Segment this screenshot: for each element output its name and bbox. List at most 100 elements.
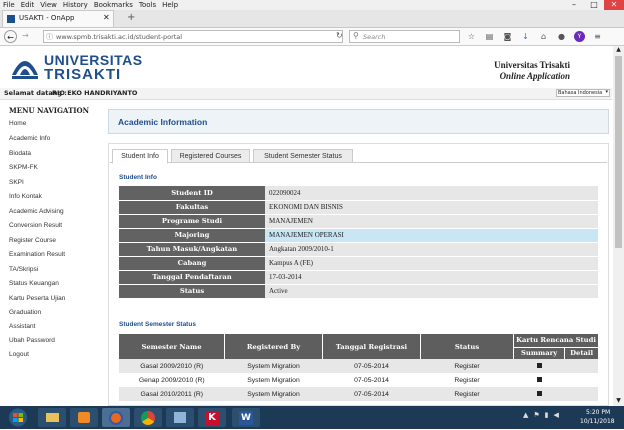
- taskbar-explorer[interactable]: [38, 408, 66, 427]
- forward-icon[interactable]: →: [22, 31, 29, 40]
- yahoo-icon[interactable]: Y: [574, 31, 585, 42]
- welcome-name: RIO EKO HANDRIYANTO: [52, 89, 138, 97]
- bookmark-star-icon[interactable]: ☆: [466, 31, 477, 42]
- sidebar-item-info-kontak[interactable]: Info Kontak: [9, 193, 42, 200]
- sidebar-item-examination-result[interactable]: Examination Result: [9, 251, 65, 258]
- menu-edit[interactable]: Edit: [21, 0, 35, 10]
- trisakti-logo-icon: [12, 61, 38, 79]
- tray-network-icon[interactable]: ▮: [545, 411, 549, 419]
- back-icon[interactable]: ←: [4, 30, 17, 43]
- pocket-icon[interactable]: ◙: [502, 31, 513, 42]
- info-icon[interactable]: ⓘ: [46, 32, 53, 42]
- info-value: Angkatan 2009/2010-1: [265, 242, 598, 257]
- page-scrollbar[interactable]: ▲ ▼: [613, 46, 624, 406]
- browser-tab[interactable]: USAKTI - OnApp ✕: [2, 10, 114, 27]
- search-placeholder: Search: [363, 33, 386, 41]
- clock-time[interactable]: 5:20 PM: [586, 409, 610, 416]
- sidebar-item-academic-info[interactable]: Academic Info: [9, 135, 50, 142]
- new-tab-icon[interactable]: +: [127, 12, 135, 23]
- reload-icon[interactable]: ↻: [336, 31, 343, 40]
- taskbar-chrome[interactable]: [134, 408, 162, 427]
- print-icon[interactable]: [536, 391, 542, 397]
- sidebar-item-register-course[interactable]: Register Course: [9, 237, 56, 244]
- sidebar-item-conversion-result[interactable]: Conversion Result: [9, 222, 62, 229]
- sidebar-item-logout[interactable]: Logout: [9, 351, 29, 358]
- tray-flag-icon[interactable]: ⚑: [533, 411, 539, 419]
- taskbar-app[interactable]: [166, 408, 194, 427]
- sidebar-item-skpm-fk[interactable]: SKPM-FK: [9, 164, 38, 171]
- url-text: www.spmb.trisakti.ac.id/student-portal: [56, 33, 183, 41]
- search-bar[interactable]: ⚲ Search: [349, 30, 460, 43]
- sidebar-item-ta-skripsi[interactable]: TA/Skripsi: [9, 266, 38, 273]
- tray-volume-icon[interactable]: ◀: [554, 411, 559, 419]
- menu-file[interactable]: File: [3, 0, 15, 10]
- download-icon[interactable]: ↓: [520, 31, 531, 42]
- menu-tools[interactable]: Tools: [139, 0, 156, 10]
- table-row: Genap 2009/2010 (R) System Migration 07-05…: [119, 373, 598, 387]
- info-row: Student ID 022090024: [119, 186, 598, 201]
- sidebar-item-ubah-password[interactable]: Ubah Password: [9, 337, 55, 344]
- taskbar-kaspersky[interactable]: K: [198, 408, 226, 427]
- app-icon: [174, 412, 186, 423]
- tab-student-semester-status[interactable]: Student Semester Status: [253, 149, 353, 163]
- detail-cell: [565, 387, 598, 401]
- sidebar-item-academic-advising[interactable]: Academic Advising: [9, 208, 64, 215]
- menu-help[interactable]: Help: [162, 0, 178, 10]
- sidebar-item-assistant[interactable]: Assistant: [9, 323, 35, 330]
- info-value: EKONOMI DAN BISNIS: [265, 200, 598, 215]
- chat-icon[interactable]: ●: [556, 31, 567, 42]
- semester-name: Gasal 2009/2010 (R): [140, 362, 204, 370]
- info-row: Status Active: [119, 284, 598, 299]
- menu-icon[interactable]: ≡: [592, 31, 603, 42]
- tab-registered-courses[interactable]: Registered Courses: [171, 149, 250, 163]
- registered-by: System Migration: [247, 376, 300, 384]
- sidebar-item-status-keuangan[interactable]: Status Keuangan: [9, 280, 59, 287]
- header-right-title: Universitas Trisakti: [494, 60, 570, 70]
- language-select[interactable]: Bahasa Indonesia ▾: [556, 89, 610, 97]
- table-row: Gasal 2010/2011 (R) System Migration 07-05…: [119, 387, 598, 401]
- registered-by: System Migration: [247, 390, 300, 398]
- detail-cell: [565, 359, 598, 373]
- info-row: Tanggal Pendaftaran 17-03-2014: [119, 270, 598, 285]
- sidebar-item-skpi[interactable]: SKPI: [9, 179, 24, 186]
- page-title: Academic Information: [118, 117, 208, 127]
- bookmarks-icon[interactable]: ▤: [484, 31, 495, 42]
- close-window-icon[interactable]: ✕: [604, 0, 624, 10]
- tanggal-registrasi: 07-05-2014: [354, 376, 389, 384]
- info-value: Active: [265, 284, 598, 299]
- info-value: MANAJEMEN OPERASI: [265, 228, 598, 243]
- tab-title: USAKTI - OnApp: [19, 14, 75, 22]
- taskbar-media[interactable]: [70, 408, 98, 427]
- menu-bar: File Edit View History Bookmarks Tools Help: [0, 0, 624, 10]
- clock-date[interactable]: 10/11/2018: [580, 418, 615, 425]
- sidebar-item-home[interactable]: Home: [9, 120, 26, 127]
- sidebar-item-biodata[interactable]: Biodata: [9, 150, 31, 157]
- menu-view[interactable]: View: [40, 0, 57, 10]
- chrome-icon: [141, 411, 155, 425]
- minimize-icon[interactable]: –: [564, 0, 584, 10]
- sidebar-item-graduation[interactable]: Graduation: [9, 309, 41, 316]
- taskbar-firefox[interactable]: [102, 408, 130, 427]
- print-icon[interactable]: [536, 363, 542, 369]
- menu-history[interactable]: History: [63, 0, 88, 10]
- semester-status: Register: [454, 362, 480, 370]
- scrollbar-thumb[interactable]: [615, 56, 622, 248]
- col-tanggal-registrasi: Tanggal Registrasi: [322, 334, 421, 359]
- taskbar-word[interactable]: W: [232, 408, 260, 427]
- sidebar-item-kartu-peserta-ujian[interactable]: Kartu Peserta Ujian: [9, 295, 65, 302]
- tab-student-info[interactable]: Student Info: [112, 149, 168, 164]
- start-button[interactable]: [2, 407, 34, 428]
- print-icon[interactable]: [536, 377, 542, 383]
- semester-status: Register: [454, 376, 480, 384]
- maximize-icon[interactable]: □: [584, 0, 604, 10]
- semester-status-table: Semester Name Registered By Tanggal Regi…: [119, 334, 598, 401]
- home-icon[interactable]: ⌂: [538, 31, 549, 42]
- col-summary: Summary: [513, 347, 566, 359]
- close-tab-icon[interactable]: ✕: [103, 13, 110, 22]
- menu-bookmarks[interactable]: Bookmarks: [94, 0, 133, 10]
- scroll-up-icon[interactable]: ▲: [613, 46, 624, 55]
- info-row: Majoring MANAJEMEN OPERASI: [119, 228, 598, 243]
- tray-up-icon[interactable]: ▲: [523, 411, 528, 419]
- scroll-down-icon[interactable]: ▼: [613, 397, 624, 406]
- url-bar[interactable]: ⓘ www.spmb.trisakti.ac.id/student-portal…: [43, 30, 343, 43]
